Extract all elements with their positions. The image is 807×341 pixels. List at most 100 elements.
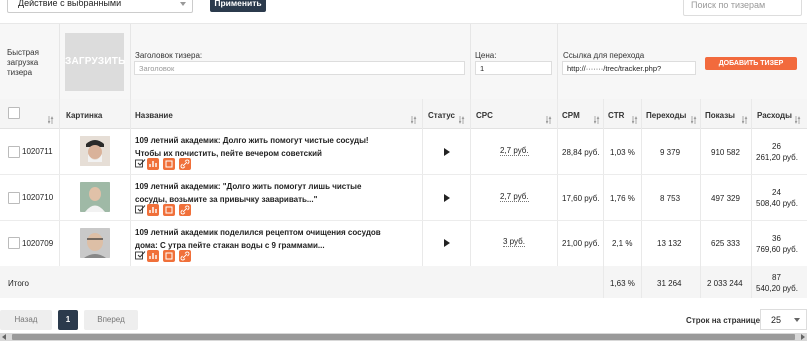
upload-image-button[interactable]: ЗАГРУЗИТЬ <box>65 33 125 91</box>
header-cpc[interactable]: CPC <box>476 111 493 120</box>
play-icon[interactable] <box>444 148 450 156</box>
rows-per-page-label: Строк на странице <box>686 316 761 325</box>
link-icon[interactable] <box>179 204 191 216</box>
chevron-down-icon <box>180 2 186 6</box>
total-shows: 2 033 244 <box>707 279 743 288</box>
teaser-title[interactable]: 109 летний академик: Долго жить помогут … <box>135 134 395 160</box>
row-checkbox[interactable] <box>8 237 20 249</box>
rows-per-page-select[interactable]: 25 <box>760 309 807 330</box>
cpc-value[interactable]: 2,7 руб. <box>500 192 529 202</box>
link-field-label: Ссылка для перехода <box>563 51 645 60</box>
next-page-button[interactable]: Вперед <box>84 310 138 330</box>
teaser-thumbnail[interactable] <box>80 136 110 166</box>
horizontal-scrollbar[interactable] <box>0 333 807 341</box>
cpm-value: 28,84 руб. <box>562 148 600 157</box>
ctr-value: 1,76 % <box>610 194 635 203</box>
link-input[interactable]: http://·······/trec/tracker.php? <box>562 61 696 75</box>
total-ctr: 1,63 % <box>610 279 635 288</box>
sort-icon[interactable] <box>632 116 638 124</box>
spend-value-line2: 508,40 руб. <box>756 199 798 208</box>
cpc-value[interactable]: 3 руб. <box>503 237 525 247</box>
edit-icon[interactable] <box>134 158 146 170</box>
header-image: Картинка <box>66 111 103 120</box>
header-shows[interactable]: Показы <box>705 111 735 120</box>
row-id: 1020709 <box>22 239 54 248</box>
sort-icon[interactable] <box>691 116 697 124</box>
cpm-value: 17,60 руб. <box>562 194 600 203</box>
sort-icon[interactable] <box>411 116 417 124</box>
header-status[interactable]: Статус <box>428 111 455 120</box>
title-input[interactable]: Заголовок <box>134 61 465 75</box>
copy-icon[interactable] <box>163 204 175 216</box>
copy-icon[interactable] <box>163 158 175 170</box>
stats-icon[interactable] <box>147 250 159 262</box>
sort-icon[interactable] <box>795 116 801 124</box>
scrollbar-thumb[interactable] <box>12 334 795 340</box>
link-icon[interactable] <box>179 250 191 262</box>
spend-value-line2: 769,60 руб. <box>756 245 798 254</box>
sort-icon[interactable] <box>459 116 465 124</box>
price-field-label: Цена: <box>475 51 497 60</box>
header-cpm[interactable]: CPM <box>562 111 580 120</box>
spend-value-line1: 26 <box>772 142 781 151</box>
row-checkbox[interactable] <box>8 192 20 204</box>
sort-icon[interactable] <box>546 116 552 124</box>
clicks-value: 8 753 <box>660 194 681 203</box>
play-icon[interactable] <box>444 239 450 247</box>
link-icon[interactable] <box>179 158 191 170</box>
quick-upload-panel: Быстрая загрузка тизера ЗАГРУЗИТЬ Заголо… <box>0 23 807 100</box>
cpm-value: 21,00 руб. <box>562 239 600 248</box>
teaser-thumbnail[interactable] <box>80 182 110 212</box>
shows-value: 497 329 <box>711 194 740 203</box>
teaser-title[interactable]: 109 летний академик поделился рецептом о… <box>135 226 395 252</box>
scroll-right-icon[interactable] <box>801 334 805 340</box>
spend-value-line1: 24 <box>772 188 781 197</box>
row-checkbox[interactable] <box>8 146 20 158</box>
rows-per-page-value: 25 <box>771 315 782 325</box>
play-icon[interactable] <box>444 194 450 202</box>
spend-value-line2: 261,20 руб. <box>756 153 798 162</box>
header-ctr[interactable]: CTR <box>608 111 624 120</box>
header-spend[interactable]: Расходы <box>757 111 792 120</box>
chevron-down-icon <box>794 318 800 322</box>
quick-upload-label: Быстрая загрузка тизера <box>7 48 39 77</box>
page-1-button[interactable]: 1 <box>58 310 78 330</box>
ctr-value: 2,1 % <box>612 239 633 248</box>
price-input[interactable]: 1 <box>475 61 552 75</box>
row-id: 1020710 <box>22 193 54 202</box>
stats-icon[interactable] <box>147 158 159 170</box>
sort-icon[interactable] <box>594 116 600 124</box>
sort-icon[interactable] <box>48 116 54 124</box>
stats-icon[interactable] <box>147 204 159 216</box>
spend-value-line1: 36 <box>772 234 781 243</box>
search-input[interactable]: Поиск по тизерам <box>683 0 802 16</box>
prev-page-button[interactable]: Назад <box>0 310 52 330</box>
add-teaser-button[interactable]: ДОБАВИТЬ ТИЗЕР <box>705 57 797 70</box>
clicks-value: 9 379 <box>660 148 681 157</box>
edit-icon[interactable] <box>134 250 146 262</box>
shows-value: 910 582 <box>711 148 740 157</box>
total-spend-line2: 540,20 руб. <box>756 284 798 293</box>
scroll-left-icon[interactable] <box>2 334 6 340</box>
total-row <box>0 266 807 298</box>
bulk-action-select[interactable]: Действие с выбранными <box>7 0 193 13</box>
total-spend-line1: 87 <box>772 273 781 282</box>
ctr-value: 1,03 % <box>610 148 635 157</box>
sort-icon[interactable] <box>742 116 748 124</box>
teaser-thumbnail[interactable] <box>80 228 110 258</box>
clicks-value: 13 132 <box>657 239 682 248</box>
select-all-checkbox[interactable] <box>8 107 20 119</box>
total-clicks: 31 264 <box>657 279 682 288</box>
copy-icon[interactable] <box>163 250 175 262</box>
apply-button[interactable]: Применить <box>210 0 266 12</box>
header-clicks[interactable]: Переходы <box>646 111 686 120</box>
row-id: 1020711 <box>22 147 53 156</box>
header-name[interactable]: Название <box>135 111 173 120</box>
teaser-title[interactable]: 109 летний академик: "Долго жить помогут… <box>135 180 395 206</box>
title-field-label: Заголовок тизера: <box>135 51 203 60</box>
bulk-action-value: Действие с выбранными <box>18 0 122 8</box>
total-label: Итого <box>8 279 29 288</box>
cpc-value[interactable]: 2,7 руб. <box>500 146 529 156</box>
edit-icon[interactable] <box>134 204 146 216</box>
shows-value: 625 333 <box>711 239 740 248</box>
